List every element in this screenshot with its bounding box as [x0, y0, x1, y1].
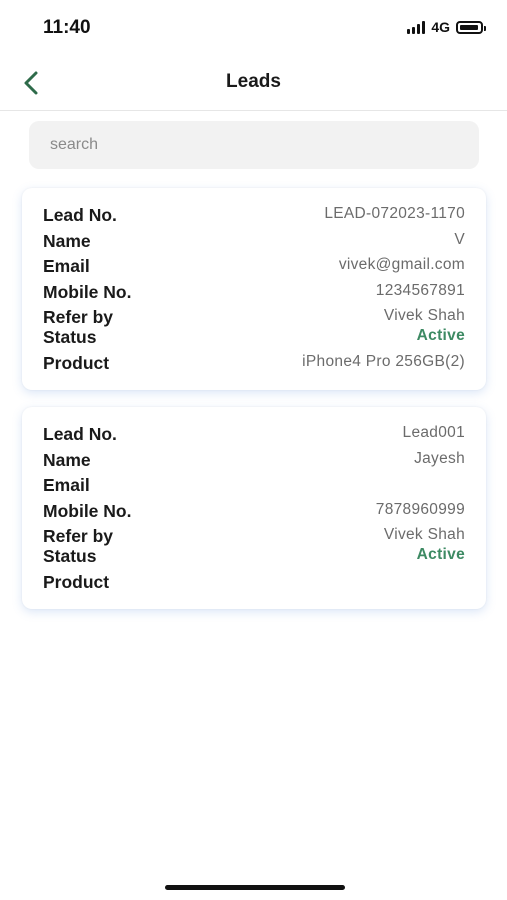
search-input[interactable]	[48, 135, 460, 155]
status-badge: Active	[416, 327, 465, 344]
lead-row-mobile: Mobile No. 1234567891	[43, 281, 465, 307]
lead-row-status: Status Active	[43, 545, 465, 571]
search-box[interactable]	[29, 121, 479, 169]
lead-row-product: Product	[43, 571, 465, 597]
battery-icon	[456, 20, 486, 34]
lead-no-label: Lead No.	[43, 205, 117, 225]
status-indicators: 4G	[407, 19, 486, 35]
lead-no-value: LEAD-072023-1170	[324, 205, 465, 222]
refer-by-value: Vivek Shah	[383, 526, 465, 543]
product-label: Product	[43, 571, 110, 592]
lead-list: Lead No. LEAD-072023-1170 Name V Email v…	[22, 188, 486, 626]
lead-no-value: Lead001	[402, 424, 465, 441]
lead-card[interactable]: Lead No. Lead001 Name Jayesh Email Mobil…	[22, 407, 486, 609]
mobile-label: Mobile No.	[43, 281, 132, 302]
lead-row-lead-no: Lead No. Lead001	[43, 423, 465, 449]
status-label: Status	[43, 546, 97, 566]
refer-by-label: Refer by	[43, 307, 114, 327]
name-label: Name	[43, 449, 91, 470]
email-label: Email	[43, 475, 90, 495]
lead-row-mobile: Mobile No. 7878960999	[43, 500, 465, 526]
name-label: Name	[43, 230, 91, 251]
status-label: Status	[43, 327, 97, 347]
mobile-value: 7878960999	[375, 500, 465, 518]
email-label: Email	[43, 256, 90, 276]
lead-row-email: Email vivek@gmail.com	[43, 255, 465, 281]
lead-row-refer-by: Refer by Vivek Shah	[43, 306, 465, 327]
refer-by-value: Vivek Shah	[383, 307, 465, 324]
name-value: Jayesh	[414, 449, 465, 467]
mobile-value: 1234567891	[375, 281, 465, 299]
page-title: Leads	[226, 71, 281, 92]
lead-row-email: Email	[43, 474, 465, 500]
refer-by-label: Refer by	[43, 526, 114, 546]
status-bar: 11:40 4G	[0, 0, 507, 54]
lead-row-name: Name Jayesh	[43, 449, 465, 475]
lead-row-refer-by: Refer by Vivek Shah	[43, 525, 465, 546]
network-label: 4G	[431, 19, 450, 35]
lead-card[interactable]: Lead No. LEAD-072023-1170 Name V Email v…	[22, 188, 486, 390]
status-badge: Active	[416, 546, 465, 563]
email-value: vivek@gmail.com	[338, 256, 465, 273]
signal-icon	[407, 20, 426, 34]
lead-no-label: Lead No.	[43, 424, 117, 444]
home-indicator[interactable]	[165, 885, 345, 890]
mobile-label: Mobile No.	[43, 500, 132, 521]
lead-row-status: Status Active	[43, 326, 465, 352]
name-value: V	[454, 230, 465, 248]
lead-row-product: Product iPhone4 Pro 256GB(2)	[43, 352, 465, 378]
product-value: iPhone4 Pro 256GB(2)	[302, 352, 465, 370]
lead-row-lead-no: Lead No. LEAD-072023-1170	[43, 204, 465, 230]
nav-bar: Leads	[0, 54, 507, 111]
status-time: 11:40	[43, 17, 91, 38]
lead-row-name: Name V	[43, 230, 465, 256]
product-label: Product	[43, 352, 110, 373]
